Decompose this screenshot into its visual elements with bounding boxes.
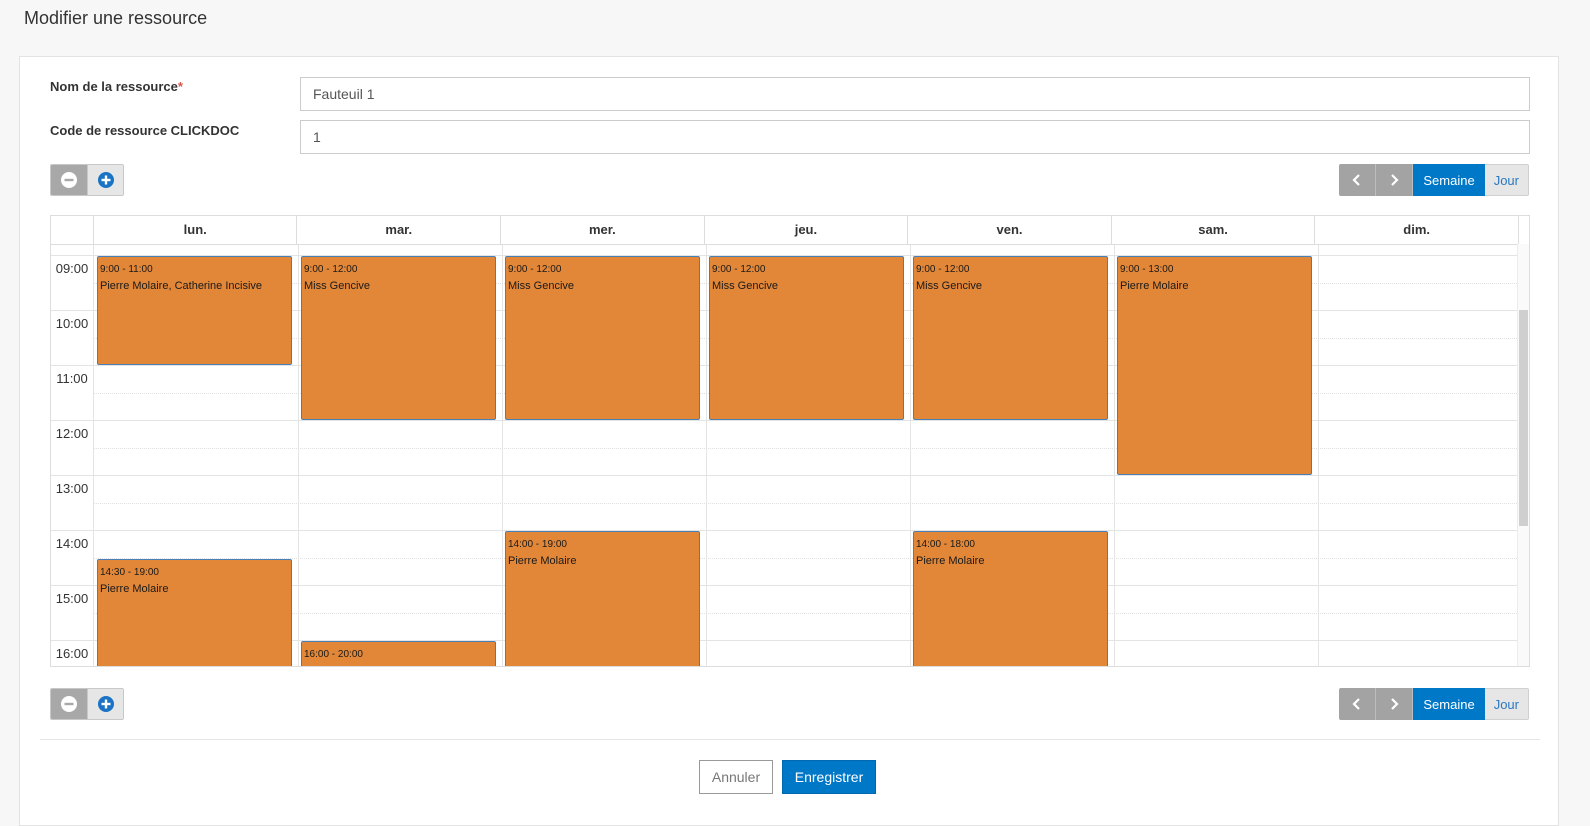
plus-circle-icon: [97, 696, 114, 712]
event-title: Miss Gencive: [712, 280, 779, 292]
resource-code-label: Code de ressource CLICKDOC: [50, 123, 240, 138]
view-week-button[interactable]: Semaine: [1413, 164, 1485, 196]
calendar-event[interactable]: 14:30 - 19:00 Pierre Molaire: [97, 558, 292, 666]
time-label: 11:00: [56, 371, 88, 386]
next-button[interactable]: [1376, 164, 1414, 196]
day-column-divider: [706, 245, 707, 666]
day-column-divider: [298, 245, 299, 666]
chevron-left-icon: [1352, 698, 1361, 710]
event-title: Pierre Molaire: [100, 582, 169, 595]
time-label: 13:00: [55, 481, 89, 496]
calendar-event[interactable]: 14:00 - 18:00 Pierre Molaire: [913, 531, 1108, 666]
event-time: 9:00 - 11:00: [100, 264, 153, 275]
prev-button[interactable]: [1339, 164, 1377, 196]
save-button[interactable]: Enregistrer: [782, 760, 876, 794]
calendar-event[interactable]: 9:00 - 12:00 Miss Gencive: [709, 256, 904, 420]
required-mark: *: [177, 79, 183, 94]
resource-form-card: Nom de la ressource* Code de ressource C…: [19, 56, 1559, 826]
hour-line: [51, 530, 1519, 531]
event-time: 9:00 - 12:00: [916, 264, 970, 275]
zoom-in-button[interactable]: [87, 165, 123, 195]
event-title: Miss Gencive: [508, 280, 575, 292]
event-time: 14:30 - 19:00: [100, 566, 159, 578]
chevron-left-icon: [1352, 174, 1361, 186]
half-hour-line: [94, 612, 1519, 614]
view-week-button[interactable]: Semaine: [1413, 688, 1485, 720]
calendar-event[interactable]: 9:00 - 11:00 Pierre Molaire, Catherine In…: [97, 256, 292, 365]
calendar-nav-top: Semaine Jour: [1339, 164, 1529, 196]
day-column-divider: [1318, 245, 1319, 666]
cancel-button[interactable]: Annuler: [699, 760, 773, 794]
day-column-divider: [93, 245, 94, 666]
day-header-wed: mer.: [501, 216, 705, 244]
resource-code-input[interactable]: [300, 120, 1530, 154]
calendar-event[interactable]: 9:00 - 13:00 Pierre Molaire: [1117, 256, 1312, 475]
time-label: 12:00: [55, 426, 89, 441]
next-button[interactable]: [1376, 688, 1414, 720]
event-time: 9:00 - 12:00: [508, 264, 562, 275]
time-label: 09:00: [55, 261, 89, 276]
zoom-controls-top: [50, 164, 124, 196]
week-calendar: lun. mar. mer. jeu. ven. sam. dim. 09:00…: [50, 215, 1530, 667]
day-header-sat: sam.: [1112, 216, 1316, 244]
event-time: 14:00 - 18:00: [916, 539, 975, 550]
footer-divider: [40, 739, 1540, 740]
event-time: 9:00 - 12:00: [712, 264, 766, 275]
calendar-nav-bottom: Semaine Jour: [1339, 688, 1529, 720]
event-title: Miss Gencive: [304, 280, 371, 292]
calendar-event[interactable]: 9:00 - 12:00 Miss Gencive: [913, 256, 1108, 420]
day-header-fri: ven.: [908, 216, 1112, 244]
chevron-right-icon: [1391, 174, 1399, 186]
resource-name-input[interactable]: [300, 77, 1530, 111]
day-column-divider: [502, 245, 503, 666]
time-label: 14:00: [55, 536, 89, 551]
day-column-divider: [910, 245, 911, 666]
day-header-sun: dim.: [1315, 216, 1519, 244]
scrollbar-thumb[interactable]: [1519, 310, 1528, 526]
event-title: Pierre Molaire, Catherine Incisive: [100, 280, 263, 292]
calendar-event[interactable]: 16:00 - 20:00: [301, 641, 496, 666]
calendar-event[interactable]: 14:00 - 19:00 Pierre Molaire: [505, 531, 700, 666]
calendar-event[interactable]: 9:00 - 12:00 Miss Gencive: [301, 256, 496, 420]
resource-name-label: Nom de la ressource*: [50, 79, 183, 94]
event-title: Pierre Molaire: [916, 555, 985, 567]
half-hour-line: [94, 557, 1519, 559]
event-title: Pierre Molaire: [508, 555, 577, 567]
calendar-scrollbar[interactable]: [1517, 244, 1529, 666]
day-header-thu: jeu.: [705, 216, 909, 244]
plus-circle-icon: [97, 172, 114, 188]
chevron-right-icon: [1391, 698, 1399, 710]
prev-button[interactable]: [1339, 688, 1377, 720]
zoom-out-button[interactable]: [51, 689, 87, 719]
half-hour-line: [94, 502, 1519, 504]
time-label: 15:00: [55, 591, 89, 606]
calendar-header: lun. mar. mer. jeu. ven. sam. dim.: [51, 216, 1519, 245]
view-day-button[interactable]: Jour: [1484, 688, 1529, 720]
day-header-mon: lun.: [94, 216, 298, 244]
resource-name-label-text: Nom de la ressource: [50, 79, 178, 94]
calendar-event[interactable]: 9:00 - 12:00 Miss Gencive: [505, 256, 700, 420]
event-time: 14:00 - 19:00: [508, 539, 567, 550]
zoom-in-button[interactable]: [87, 689, 123, 719]
event-title: Miss Gencive: [916, 280, 983, 292]
zoom-controls-bottom: [50, 688, 124, 720]
minus-circle-icon: [61, 172, 77, 188]
day-header-tue: mar.: [297, 216, 502, 244]
page-title: Modifier une ressource: [24, 8, 208, 28]
time-gutter-header: [51, 216, 94, 244]
event-title: Pierre Molaire: [1120, 280, 1189, 292]
zoom-out-button[interactable]: [51, 165, 87, 195]
day-column-divider: [1114, 245, 1115, 666]
event-time: 9:00 - 12:00: [304, 264, 358, 275]
minus-circle-icon: [61, 696, 77, 712]
calendar-grid[interactable]: 09:00 10:00 11:00 12:00 13:00 14:00 15:00 16:00…: [51, 245, 1519, 666]
event-time: 9:00 - 13:00: [1120, 264, 1174, 275]
event-time: 16:00 - 20:00: [304, 649, 363, 660]
hour-line: [51, 475, 1519, 476]
time-label: 16:00: [55, 646, 89, 661]
view-day-button[interactable]: Jour: [1484, 164, 1529, 196]
time-label: 10:00: [55, 316, 89, 331]
